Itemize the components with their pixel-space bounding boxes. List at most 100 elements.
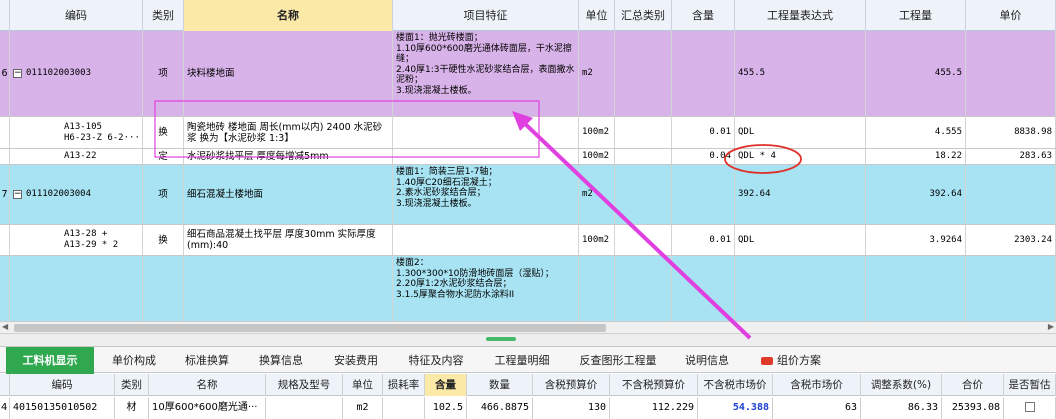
name-cell[interactable]: 细石商品混凝土找平层 厚度30mm 实际厚度(mm):40 bbox=[184, 225, 393, 255]
collapse-icon[interactable]: − bbox=[13, 190, 22, 199]
loss-rate-cell[interactable] bbox=[383, 397, 425, 419]
sum-category-cell[interactable] bbox=[615, 225, 672, 255]
scroll-left-icon[interactable]: ◀ bbox=[2, 322, 8, 331]
header-unit[interactable]: 单位 bbox=[579, 0, 615, 31]
unit-cell[interactable] bbox=[579, 256, 615, 321]
unit-cell[interactable]: m2 bbox=[579, 165, 615, 224]
tab-labor-material-display[interactable]: 工料机显示 bbox=[6, 347, 94, 374]
features-cell[interactable]: 楼面1：抛光砖楼面； 1.10厚600*600磨光通体砖面层，干水泥擦缝； 2.… bbox=[393, 31, 579, 116]
header-adjust-factor[interactable]: 调整系数(%) bbox=[861, 374, 942, 396]
tab-standard-conversion[interactable]: 标准换算 bbox=[172, 347, 242, 374]
resource-row[interactable]: 4 40150135010502 材 10厚600*600磨光通··· m2 1… bbox=[0, 397, 1056, 419]
code-cell[interactable]: A13-22 bbox=[10, 149, 143, 164]
name-cell[interactable]: 10厚600*600磨光通··· bbox=[149, 397, 266, 419]
tax-market-price-cell[interactable]: 63 bbox=[773, 397, 861, 419]
header-content[interactable]: 含量 bbox=[425, 374, 467, 396]
quantity-cell[interactable]: 18.22 bbox=[866, 149, 966, 164]
name-cell[interactable]: 水泥砂浆找平层 厚度每增减5mm bbox=[184, 149, 393, 164]
content-cell[interactable]: 0.01 bbox=[672, 117, 735, 148]
tab-pricing-scheme[interactable]: 组价方案 bbox=[750, 347, 832, 374]
expression-cell[interactable] bbox=[735, 256, 866, 321]
type-cell[interactable]: 定 bbox=[143, 149, 184, 164]
header-total[interactable]: 合价 bbox=[942, 374, 1004, 396]
notax-budget-price-cell[interactable]: 112.229 bbox=[610, 397, 698, 419]
price-cell[interactable]: 283.63 bbox=[966, 149, 1056, 164]
features-cell[interactable]: 楼面1：简装三层1-7轴； 1.40厚C20细石混凝土； 2.素水泥砂浆结合层；… bbox=[393, 165, 579, 224]
expression-cell[interactable]: 392.64 bbox=[735, 165, 866, 224]
header-unit[interactable]: 单位 bbox=[343, 374, 383, 396]
sum-category-cell[interactable] bbox=[615, 256, 672, 321]
content-cell[interactable]: 0.01 bbox=[672, 225, 735, 255]
header-features[interactable]: 项目特征 bbox=[393, 0, 579, 31]
name-cell[interactable] bbox=[184, 256, 393, 321]
header-code[interactable]: 编码 bbox=[10, 0, 143, 31]
type-cell[interactable] bbox=[143, 256, 184, 321]
price-cell[interactable] bbox=[966, 165, 1056, 224]
content-cell[interactable]: 0.04 bbox=[672, 149, 735, 164]
price-cell[interactable] bbox=[966, 256, 1056, 321]
header-notax-market-price[interactable]: 不含税市场价 bbox=[698, 374, 773, 396]
provisional-checkbox-cell[interactable] bbox=[1004, 397, 1056, 419]
content-cell[interactable] bbox=[672, 31, 735, 116]
header-loss-rate[interactable]: 损耗率 bbox=[383, 374, 425, 396]
table-row[interactable]: 6 −011102003003 项 块料楼地面 楼面1：抛光砖楼面； 1.10厚… bbox=[0, 31, 1056, 117]
header-notax-budget-price[interactable]: 不含税预算价 bbox=[610, 374, 698, 396]
expression-cell[interactable]: QDL bbox=[735, 225, 866, 255]
content-cell[interactable] bbox=[672, 165, 735, 224]
header-price[interactable]: 单价 bbox=[966, 0, 1056, 31]
header-expression[interactable]: 工程量表达式 bbox=[735, 0, 866, 31]
header-provisional[interactable]: 是否暂估 bbox=[1004, 374, 1056, 396]
total-cell[interactable]: 25393.08 bbox=[942, 397, 1004, 419]
unit-cell[interactable]: m2 bbox=[343, 397, 383, 419]
panel-splitter[interactable] bbox=[0, 333, 1056, 346]
sum-category-cell[interactable] bbox=[615, 31, 672, 116]
sum-category-cell[interactable] bbox=[615, 149, 672, 164]
expression-cell[interactable]: 455.5 bbox=[735, 31, 866, 116]
features-cell[interactable] bbox=[393, 225, 579, 255]
tab-description[interactable]: 说明信息 bbox=[672, 347, 742, 374]
table-row[interactable]: A13-22 定 水泥砂浆找平层 厚度每增减5mm 100m2 0.04 QDL… bbox=[0, 149, 1056, 165]
unit-cell[interactable]: 100m2 bbox=[579, 149, 615, 164]
type-cell[interactable]: 材 bbox=[115, 397, 149, 419]
amount-cell[interactable]: 466.8875 bbox=[467, 397, 533, 419]
header-spec[interactable]: 规格及型号 bbox=[266, 374, 343, 396]
name-cell[interactable]: 块料楼地面 bbox=[184, 31, 393, 116]
expression-cell[interactable]: QDL bbox=[735, 117, 866, 148]
code-cell[interactable]: −011102003004 bbox=[10, 165, 143, 224]
table-row[interactable]: 楼面2： 1.300*300*10防滑地砖面层（湿贴）； 2.20厚1:2水泥砂… bbox=[0, 256, 1056, 321]
name-cell[interactable]: 陶瓷地砖 楼地面 周长(mm以内) 2400 水泥砂浆 换为【水泥砂浆 1:3】 bbox=[184, 117, 393, 148]
tab-features-content[interactable]: 特征及内容 bbox=[396, 347, 476, 374]
table-row[interactable]: 7 −011102003004 项 细石混凝土楼地面 楼面1：简装三层1-7轴；… bbox=[0, 165, 1056, 225]
tab-unit-price-composition[interactable]: 单价构成 bbox=[100, 347, 168, 374]
notax-market-price-cell[interactable]: 54.388 bbox=[698, 397, 773, 419]
code-cell[interactable]: 40150135010502 bbox=[10, 397, 115, 419]
header-amount[interactable]: 数量 bbox=[467, 374, 533, 396]
expression-cell[interactable]: QDL * 4 bbox=[735, 149, 866, 164]
scrollbar-thumb[interactable] bbox=[14, 324, 606, 332]
header-content[interactable]: 含量 bbox=[672, 0, 735, 31]
tab-conversion-info[interactable]: 换算信息 bbox=[246, 347, 316, 374]
spec-cell[interactable] bbox=[266, 397, 343, 419]
header-type[interactable]: 类别 bbox=[115, 374, 149, 396]
header-code[interactable]: 编码 bbox=[10, 374, 115, 396]
horizontal-scrollbar[interactable]: ◀ ▶ bbox=[0, 321, 1056, 333]
provisional-checkbox[interactable] bbox=[1024, 402, 1035, 412]
collapse-icon[interactable]: − bbox=[13, 69, 22, 78]
table-row[interactable]: A13-28 + A13-29 * 2 换 细石商品混凝土找平层 厚度30mm … bbox=[0, 225, 1056, 256]
features-cell[interactable] bbox=[393, 117, 579, 148]
code-cell[interactable] bbox=[10, 256, 143, 321]
price-cell[interactable] bbox=[966, 31, 1056, 116]
header-quantity[interactable]: 工程量 bbox=[866, 0, 966, 31]
features-cell[interactable]: 楼面2： 1.300*300*10防滑地砖面层（湿贴）； 2.20厚1:2水泥砂… bbox=[393, 256, 579, 321]
code-cell[interactable]: A13-105 H6-23-Z 6-2··· bbox=[10, 117, 143, 148]
content-cell[interactable]: 102.5 bbox=[425, 397, 467, 419]
splitter-grip[interactable] bbox=[486, 337, 516, 341]
unit-cell[interactable]: 100m2 bbox=[579, 225, 615, 255]
features-cell[interactable] bbox=[393, 149, 579, 164]
quantity-cell[interactable]: 4.555 bbox=[866, 117, 966, 148]
table-row[interactable]: A13-105 H6-23-Z 6-2··· 换 陶瓷地砖 楼地面 周长(mm以… bbox=[0, 117, 1056, 149]
content-cell[interactable] bbox=[672, 256, 735, 321]
scroll-right-icon[interactable]: ▶ bbox=[1048, 322, 1054, 331]
header-type[interactable]: 类别 bbox=[143, 0, 184, 31]
header-name[interactable]: 名称 bbox=[149, 374, 266, 396]
